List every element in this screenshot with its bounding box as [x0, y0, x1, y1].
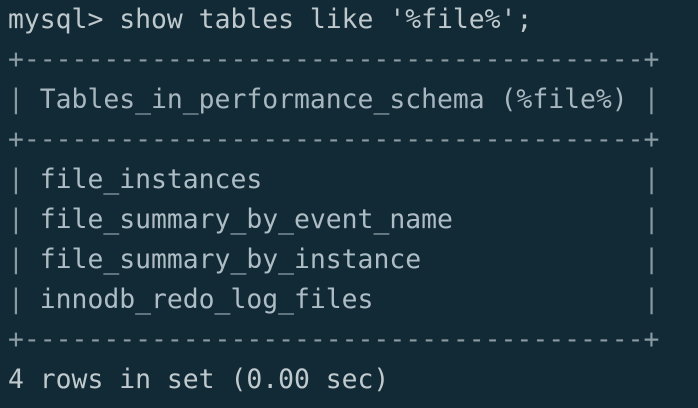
- table-header-border: +---------------------------------------…: [8, 124, 660, 155]
- table-name-cell: file_summary_by_instance: [39, 244, 422, 275]
- row-right-pipe: |: [643, 284, 660, 315]
- table-row: | innodb_redo_log_files |: [8, 280, 698, 320]
- table-bottom-border: +---------------------------------------…: [8, 324, 660, 355]
- table-row: | file_summary_by_instance |: [8, 240, 698, 280]
- row-right-pipe: |: [643, 164, 660, 195]
- mysql-prompt: mysql>: [8, 4, 104, 35]
- row-left-pipe: |: [8, 164, 40, 195]
- table-name-cell: file_instances: [39, 164, 263, 195]
- header-right-pipe: |: [627, 84, 660, 115]
- command-text: show tables like '%file%';: [103, 4, 533, 35]
- table-row: | file_summary_by_event_name |: [8, 200, 698, 240]
- result-summary: 4 rows in set (0.00 sec): [8, 364, 390, 395]
- cell-padding: [421, 244, 643, 275]
- table-top-border: +---------------------------------------…: [8, 44, 660, 75]
- row-left-pipe: |: [8, 244, 40, 275]
- column-header: Tables_in_performance_schema (%file%): [39, 84, 628, 115]
- table-name-cell: file_summary_by_event_name: [39, 204, 453, 235]
- terminal-window[interactable]: mysql> show tables like '%file%'; +-----…: [0, 0, 698, 408]
- row-left-pipe: |: [8, 204, 40, 235]
- table-row: | file_instances |: [8, 160, 698, 200]
- cell-padding: [453, 204, 644, 235]
- row-right-pipe: |: [643, 204, 660, 235]
- cell-padding: [262, 164, 643, 195]
- table-header-row: | Tables_in_performance_schema (%file%) …: [8, 80, 698, 120]
- header-left-pipe: |: [8, 84, 40, 115]
- command-line: mysql> show tables like '%file%';: [8, 0, 698, 40]
- cell-padding: [373, 284, 643, 315]
- table-name-cell: innodb_redo_log_files: [39, 284, 374, 315]
- row-left-pipe: |: [8, 284, 40, 315]
- row-right-pipe: |: [643, 244, 660, 275]
